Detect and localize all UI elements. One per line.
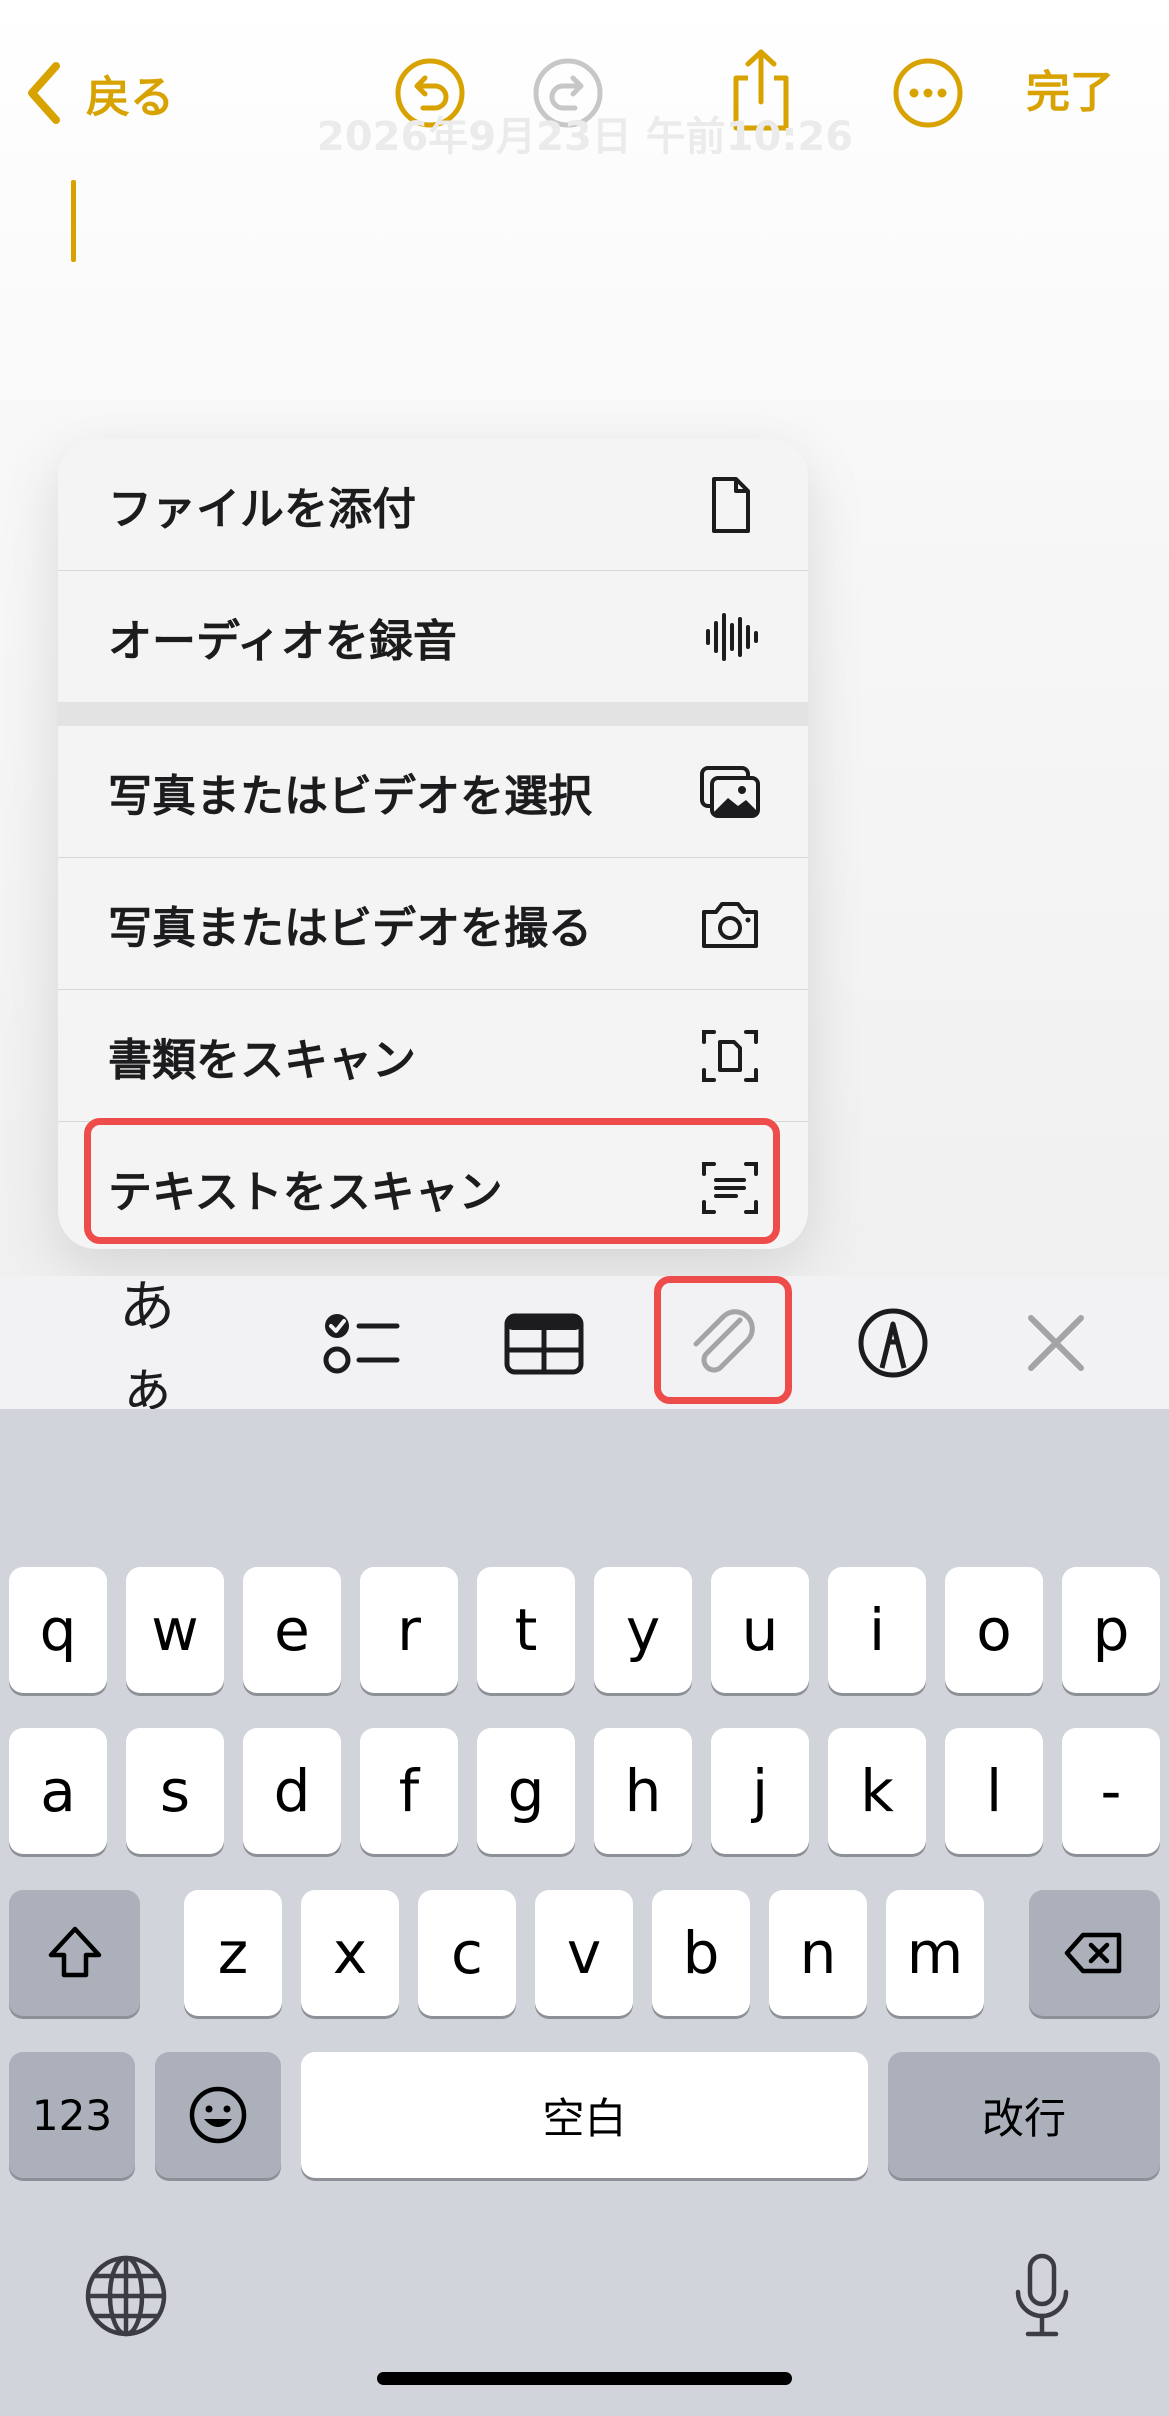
key-w[interactable]: w xyxy=(126,1567,224,1693)
key-f[interactable]: f xyxy=(360,1728,458,1854)
menu-item-label: 写真またはビデオを撮る xyxy=(108,902,592,954)
text-format-button[interactable]: あぁ xyxy=(119,1275,209,1421)
menu-item-scan-document[interactable]: 書類をスキャン xyxy=(58,990,808,1121)
back-label: 戻る xyxy=(86,72,174,123)
key-p[interactable]: p xyxy=(1062,1567,1160,1693)
key-k[interactable]: k xyxy=(828,1728,926,1854)
emoji-icon xyxy=(189,2086,247,2144)
menu-item-label: 写真またはビデオを選択 xyxy=(108,770,592,822)
chevron-left-icon xyxy=(28,62,60,124)
key-dash[interactable]: - xyxy=(1062,1728,1160,1854)
delete-backspace-icon xyxy=(1064,1932,1121,1974)
camera-icon xyxy=(698,892,762,956)
photo-library-icon xyxy=(698,760,762,824)
table-icon xyxy=(504,1313,584,1375)
key-h[interactable]: h xyxy=(594,1728,692,1854)
note-date: 2026年9月23日 午前10:26 xyxy=(316,114,854,160)
key-q[interactable]: q xyxy=(9,1567,107,1693)
key-l[interactable]: l xyxy=(945,1728,1043,1854)
key-r[interactable]: r xyxy=(360,1567,458,1693)
text-scan-icon xyxy=(698,1156,762,1220)
attach-button[interactable] xyxy=(678,1298,768,1388)
emoji-key[interactable] xyxy=(155,2052,281,2178)
checklist-icon xyxy=(323,1314,400,1374)
keyboard: q w e r t y u i o p a s d f g h j k l - … xyxy=(0,1409,1169,2416)
key-b[interactable]: b xyxy=(652,1890,750,2016)
globe-button[interactable] xyxy=(82,2252,170,2340)
menu-item-scan-text[interactable]: テキストをスキャン xyxy=(58,1122,808,1249)
paperclip-icon xyxy=(693,1309,755,1373)
more-icon xyxy=(893,58,963,128)
shift-icon xyxy=(48,1926,101,1978)
doc-scan-icon xyxy=(698,1024,762,1088)
markup-button[interactable] xyxy=(848,1298,938,1388)
key-o[interactable]: o xyxy=(945,1567,1043,1693)
menu-item-label: テキストをスキャン xyxy=(108,1166,503,1218)
key-c[interactable]: c xyxy=(418,1890,516,2016)
key-n[interactable]: n xyxy=(769,1890,867,2016)
key-a[interactable]: a xyxy=(9,1728,107,1854)
key-e[interactable]: e xyxy=(243,1567,341,1693)
key-x[interactable]: x xyxy=(301,1890,399,2016)
menu-item-label: オーディオを録音 xyxy=(108,615,457,667)
menu-item-attach-file[interactable]: ファイルを添付 xyxy=(58,439,808,570)
shift-key[interactable] xyxy=(9,1890,140,2016)
key-m[interactable]: m xyxy=(886,1890,984,2016)
table-button[interactable] xyxy=(499,1298,589,1388)
menu-item-take-photo[interactable]: 写真またはビデオを撮る xyxy=(58,858,808,989)
notes-screen: 戻る 完了 2026年9月23日 午前10:26 ファイルを添付 オーディオを録… xyxy=(0,0,1169,2416)
menu-item-label: 書類をスキャン xyxy=(108,1034,416,1086)
more-button[interactable] xyxy=(891,56,965,130)
home-indicator[interactable] xyxy=(377,2372,792,2385)
close-icon xyxy=(1028,1315,1084,1371)
numbers-key[interactable]: 123 xyxy=(9,2052,135,2178)
close-toolbar-button[interactable] xyxy=(1011,1298,1101,1388)
menu-item-record-audio[interactable]: オーディオを録音 xyxy=(58,571,808,702)
back-button[interactable]: 戻る xyxy=(22,56,174,130)
return-key[interactable]: 改行 xyxy=(888,2052,1160,2178)
waveform-icon xyxy=(698,605,762,669)
document-icon xyxy=(698,473,762,537)
format-toolbar: あぁ xyxy=(0,1275,1169,1421)
done-button[interactable]: 完了 xyxy=(1026,60,1114,126)
dictation-button[interactable] xyxy=(998,2252,1086,2340)
space-key[interactable]: 空白 xyxy=(301,2052,868,2178)
markup-pen-icon xyxy=(858,1308,928,1378)
key-y[interactable]: y xyxy=(594,1567,692,1693)
menu-group-separator xyxy=(58,702,808,726)
attachment-menu: ファイルを添付 オーディオを録音 写真またはビデオを選択 写真またはビデオを撮る… xyxy=(58,439,808,1249)
delete-key[interactable] xyxy=(1029,1890,1160,2016)
text-cursor xyxy=(71,180,76,262)
key-z[interactable]: z xyxy=(184,1890,282,2016)
key-s[interactable]: s xyxy=(126,1728,224,1854)
key-d[interactable]: d xyxy=(243,1728,341,1854)
menu-item-choose-photo[interactable]: 写真またはビデオを選択 xyxy=(58,726,808,857)
microphone-icon xyxy=(1015,2253,1069,2337)
checklist-button[interactable] xyxy=(315,1298,405,1388)
key-v[interactable]: v xyxy=(535,1890,633,2016)
key-g[interactable]: g xyxy=(477,1728,575,1854)
menu-item-label: ファイルを添付 xyxy=(108,483,416,535)
key-i[interactable]: i xyxy=(828,1567,926,1693)
key-u[interactable]: u xyxy=(711,1567,809,1693)
globe-icon xyxy=(85,2255,167,2337)
key-t[interactable]: t xyxy=(477,1567,575,1693)
key-j[interactable]: j xyxy=(711,1728,809,1854)
